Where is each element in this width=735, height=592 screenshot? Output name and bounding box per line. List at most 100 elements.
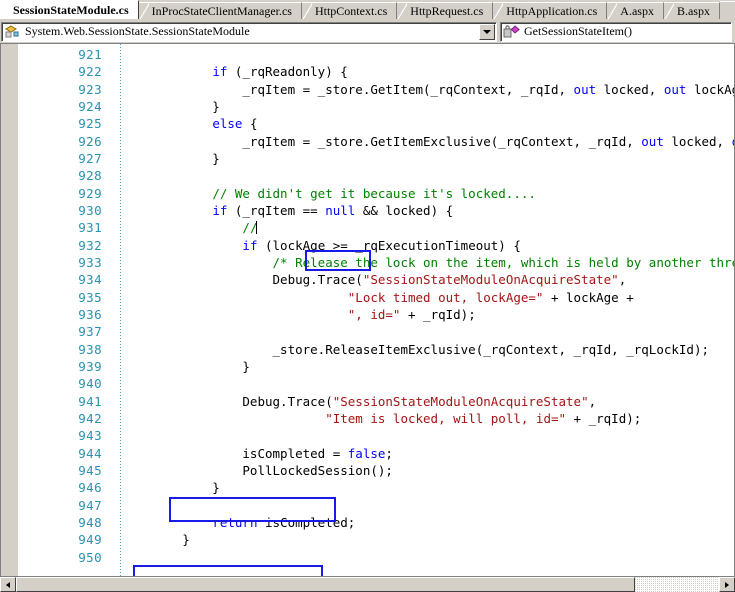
line-number: 922	[78, 64, 102, 80]
code-token: Debug.Trace(	[122, 272, 363, 288]
code-token: out	[732, 134, 735, 149]
line-number: 929	[78, 185, 102, 201]
tab-session-state-module[interactable]: SessionStateModule.cs	[0, 0, 139, 19]
highlight-return	[133, 565, 323, 577]
tab-http-request[interactable]: HttpRequest.cs	[397, 2, 494, 19]
code-line-text: isCompleted = false;	[122, 445, 393, 462]
code-token: {	[242, 116, 258, 132]
tab-label: B.aspx	[676, 4, 710, 18]
code-line[interactable]: 936 ", id=" + _rqId);	[18, 306, 735, 323]
code-text-area[interactable]: 921 922 if (_rqReadonly) {923 _rqItem = _…	[18, 44, 735, 577]
code-line[interactable]: 943	[18, 427, 735, 444]
code-line-text: _rqItem = _store.GetItem(_rqContext, _rq…	[122, 81, 735, 98]
line-number: 928	[78, 168, 102, 184]
code-token: + _rqId);	[566, 410, 642, 426]
member-dropdown[interactable]: GetSessionStateItem()	[500, 21, 732, 42]
code-line[interactable]: 947	[18, 497, 735, 514]
code-line-list: 921 922 if (_rqReadonly) {923 _rqItem = _…	[18, 46, 735, 566]
code-line[interactable]: 928	[18, 167, 735, 184]
line-number: 921	[78, 47, 102, 62]
tab-label: A.aspx	[620, 4, 654, 18]
code-token: + _rqId);	[400, 306, 476, 322]
horizontal-scrollbar[interactable]	[0, 577, 735, 592]
line-number: 933	[78, 254, 102, 270]
code-line[interactable]: 941 Debug.Trace("SessionStateModuleOnAcq…	[18, 393, 735, 410]
code-token: ", id="	[347, 306, 401, 322]
code-line[interactable]: 926 _rqItem = _store.GetItemExclusive(_r…	[18, 133, 735, 150]
code-line[interactable]: 937	[18, 323, 735, 340]
line-number: 950	[78, 549, 102, 565]
code-line[interactable]: 949 }	[18, 531, 735, 548]
code-token: ,	[588, 393, 597, 409]
chevron-down-icon[interactable]	[479, 23, 495, 40]
code-line-text: ", id=" + _rqId);	[122, 306, 476, 323]
arrow-left-icon[interactable]	[0, 577, 16, 592]
code-line[interactable]: 932 if (lockAge >= _rqExecutionTimeout) …	[18, 237, 735, 254]
code-line[interactable]: 950	[18, 549, 735, 566]
code-line-text: if (_rqReadonly) {	[122, 63, 348, 80]
line-number: 945	[78, 462, 102, 478]
type-dropdown[interactable]: System.Web.SessionState.SessionStateModu…	[1, 21, 497, 42]
code-line-text: "Lock timed out, lockAge=" + lockAge +	[122, 289, 634, 306]
code-line[interactable]: 925 else {	[18, 115, 735, 132]
tab-in-proc-state-client-manager[interactable]: InProcStateClientManager.cs	[138, 2, 302, 19]
code-line[interactable]: 931 //	[18, 219, 735, 236]
line-number: 932	[78, 237, 102, 253]
tab-a-aspx[interactable]: A.aspx	[607, 2, 664, 19]
code-line-text: // We didn't get it because it's locked.…	[122, 185, 536, 202]
tab-http-context[interactable]: HttpContext.cs	[301, 2, 398, 19]
scrollbar-track[interactable]	[16, 577, 719, 592]
code-line[interactable]: 927 }	[18, 150, 735, 167]
code-token: PollLockedSession();	[122, 462, 393, 478]
code-line[interactable]: 923 _rqItem = _store.GetItem(_rqContext,…	[18, 81, 735, 98]
code-line[interactable]: 934 Debug.Trace("SessionStateModuleOnAcq…	[18, 271, 735, 288]
code-line[interactable]: 922 if (_rqReadonly) {	[18, 63, 735, 80]
code-token: (_rqReadonly) {	[227, 64, 348, 80]
code-token: "SessionStateModuleOnAcquireState"	[332, 393, 589, 409]
indicator-margin[interactable]	[0, 44, 18, 577]
code-line-text: //	[122, 219, 258, 236]
code-line[interactable]: 944 isCompleted = false;	[18, 445, 735, 462]
line-number: 940	[78, 376, 102, 392]
code-token: (lockAge >= _rqExecutionTimeout) {	[257, 237, 521, 253]
line-number: 944	[78, 445, 102, 461]
tab-b-aspx[interactable]: B.aspx	[663, 2, 720, 19]
code-line[interactable]: 921	[18, 46, 735, 63]
code-line[interactable]: 924 }	[18, 98, 735, 115]
code-line[interactable]: 935 "Lock timed out, lockAge=" + lockAge…	[18, 289, 735, 306]
code-token: }	[122, 150, 220, 166]
tab-label: SessionStateModule.cs	[13, 3, 129, 17]
code-token: + lockAge +	[543, 289, 634, 305]
code-line[interactable]: 929 // We didn't get it because it's loc…	[18, 185, 735, 202]
code-line-text: return isCompleted;	[122, 514, 355, 531]
line-number: 923	[78, 81, 102, 97]
code-token: out	[573, 81, 597, 97]
code-editor-surface[interactable]: 921 922 if (_rqReadonly) {923 _rqItem = _…	[0, 43, 735, 577]
code-token: ,	[618, 272, 627, 288]
code-line[interactable]: 930 if (_rqItem == null && locked) {	[18, 202, 735, 219]
code-line[interactable]: 933 /* Release the lock on the item, whi…	[18, 254, 735, 271]
code-line[interactable]: 940	[18, 375, 735, 392]
line-number: 934	[78, 272, 102, 288]
navigation-bar: System.Web.SessionState.SessionStateModu…	[0, 19, 735, 43]
code-token: lockAge,	[693, 81, 735, 97]
arrow-right-icon[interactable]	[719, 577, 735, 592]
code-line[interactable]: 939 }	[18, 358, 735, 375]
line-number: 931	[78, 220, 102, 236]
code-line-text: PollLockedSession();	[122, 462, 393, 479]
tab-http-application[interactable]: HttpApplication.cs	[493, 2, 608, 19]
code-token: _rqItem = _store.GetItem(_rqContext, _rq…	[122, 81, 574, 97]
line-number: 935	[78, 289, 102, 305]
scrollbar-thumb[interactable]	[16, 577, 635, 592]
code-line[interactable]: 946 }	[18, 479, 735, 496]
code-line[interactable]: 942 "Item is locked, will poll, id=" + _…	[18, 410, 735, 427]
code-line[interactable]: 938 _store.ReleaseItemExclusive(_rqConte…	[18, 341, 735, 358]
line-number: 949	[78, 532, 102, 548]
code-line[interactable]: 948 return isCompleted;	[18, 514, 735, 531]
line-number: 927	[78, 150, 102, 166]
code-line[interactable]: 945 PollLockedSession();	[18, 462, 735, 479]
